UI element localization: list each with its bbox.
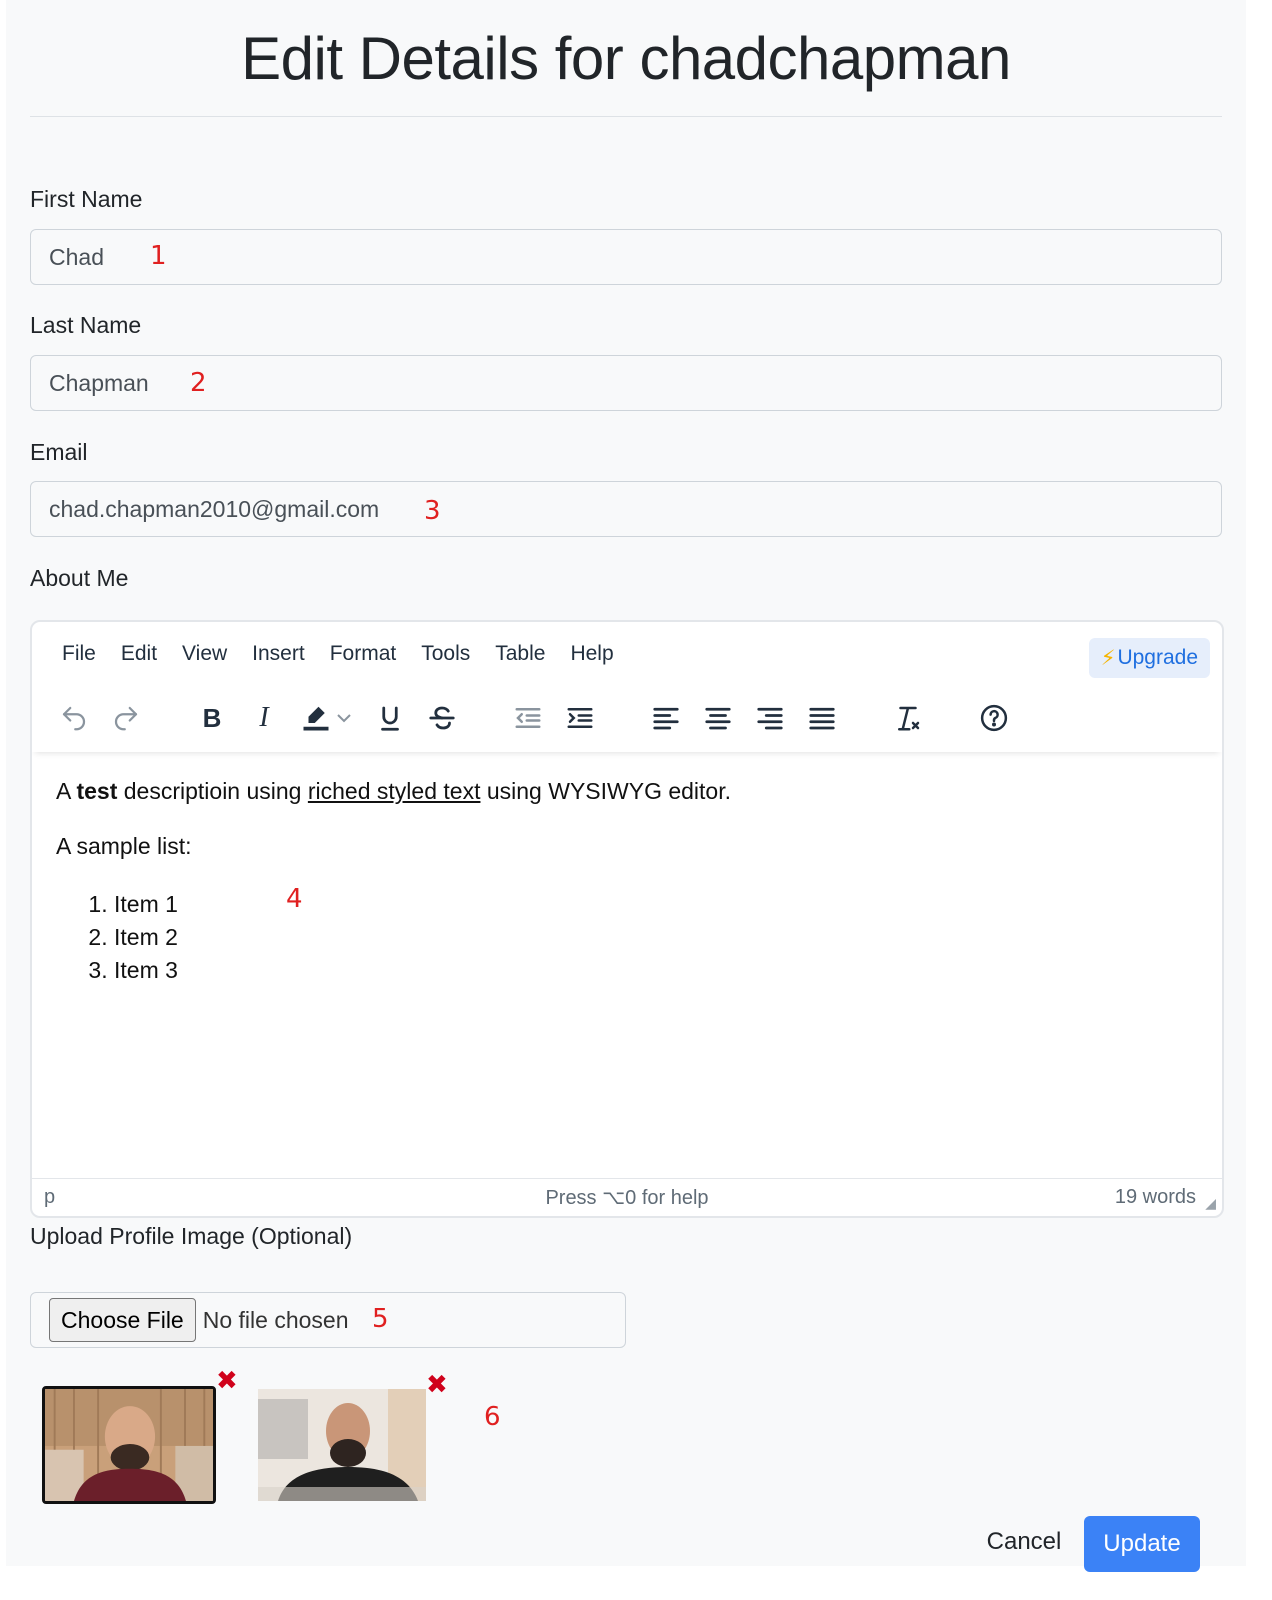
first-name-label: First Name: [30, 186, 143, 212]
menu-format[interactable]: Format: [330, 642, 397, 666]
bold-icon[interactable]: B: [192, 698, 232, 738]
profile-image-thumbnail-selected[interactable]: [42, 1386, 216, 1504]
update-button[interactable]: Update: [1084, 1516, 1200, 1572]
menu-table[interactable]: Table: [495, 642, 545, 666]
bold-text: test: [76, 778, 118, 804]
email-label: Email: [30, 439, 88, 465]
file-input[interactable]: Choose File No file chosen: [30, 1292, 626, 1348]
italic-icon[interactable]: I: [244, 698, 284, 738]
word-count[interactable]: 19 words: [1115, 1186, 1196, 1209]
content-list: Item 1 Item 2 Item 3: [56, 888, 1198, 987]
email-field[interactable]: chad.chapman2010@gmail.com: [30, 481, 1222, 537]
file-status: No file chosen: [202, 1306, 349, 1333]
editor-content[interactable]: A test descriptioin using riched styled …: [56, 778, 1198, 987]
resize-handle-icon[interactable]: ◢: [1205, 1195, 1216, 1212]
profile-image-thumbnail[interactable]: [258, 1389, 426, 1501]
divider: [30, 116, 1222, 117]
remove-image-icon[interactable]: ✖: [426, 1372, 448, 1398]
menu-tools[interactable]: Tools: [421, 642, 470, 666]
page-title: Edit Details for chadchapman: [241, 25, 1011, 92]
upgrade-label: Upgrade: [1117, 646, 1198, 669]
highlight-icon[interactable]: [296, 698, 336, 738]
annotation-6: 6: [484, 1402, 501, 1432]
align-center-icon[interactable]: [698, 698, 738, 738]
text-run: descriptioin using: [117, 778, 308, 804]
upload-label: Upload Profile Image (Optional): [30, 1223, 353, 1249]
editor-statusbar: p Press ⌥0 for help 19 words ◢: [32, 1178, 1222, 1216]
last-name-label: Last Name: [30, 312, 142, 338]
align-right-icon[interactable]: [750, 698, 790, 738]
remove-image-icon[interactable]: ✖: [216, 1368, 238, 1394]
annotation-3: 3: [424, 496, 441, 526]
editor-menubar: File Edit View Insert Format Tools Table…: [32, 622, 1222, 686]
page: Edit Details for chadchapman First Name …: [6, 0, 1246, 1572]
redo-icon[interactable]: [106, 698, 146, 738]
cancel-button[interactable]: Cancel: [974, 1514, 1074, 1570]
menu-help[interactable]: Help: [570, 642, 613, 666]
chevron-down-icon[interactable]: [332, 698, 356, 738]
editor-toolbar: B I: [32, 686, 1222, 752]
last-name-value: Chapman: [49, 369, 149, 396]
strikethrough-icon[interactable]: [422, 698, 462, 738]
list-item: Item 1: [114, 888, 1198, 921]
last-name-field[interactable]: Chapman: [30, 355, 1222, 411]
help-hint: Press ⌥0 for help: [545, 1187, 709, 1209]
annotation-2: 2: [190, 368, 207, 398]
email-value: chad.chapman2010@gmail.com: [49, 495, 380, 522]
first-name-value: Chad: [49, 243, 104, 270]
content-paragraph-1: A test descriptioin using riched styled …: [56, 778, 1198, 805]
menu-insert[interactable]: Insert: [252, 642, 305, 666]
annotation-5: 5: [372, 1304, 389, 1334]
underline-icon[interactable]: [370, 698, 410, 738]
underlined-text: riched styled text: [307, 778, 481, 804]
list-item: Item 3: [114, 954, 1198, 987]
first-name-field[interactable]: Chad: [30, 229, 1222, 285]
upgrade-button[interactable]: ⚡ Upgrade: [1088, 638, 1210, 678]
align-left-icon[interactable]: [646, 698, 686, 738]
menu-view[interactable]: View: [182, 642, 227, 666]
help-icon[interactable]: [974, 698, 1014, 738]
content-paragraph-2: A sample list:: [56, 833, 192, 859]
rich-text-editor: File Edit View Insert Format Tools Table…: [30, 620, 1224, 1218]
indent-icon[interactable]: [560, 698, 600, 738]
choose-file-button[interactable]: Choose File: [49, 1298, 196, 1342]
justify-icon[interactable]: [802, 698, 842, 738]
menu-file[interactable]: File: [62, 642, 96, 666]
text-run: using WYSIWYG editor.: [480, 778, 731, 804]
annotation-1: 1: [150, 241, 167, 271]
menu-edit[interactable]: Edit: [121, 642, 157, 666]
text-run: A: [56, 778, 77, 804]
clear-formatting-icon[interactable]: [888, 698, 928, 738]
annotation-4: 4: [286, 884, 303, 914]
about-me-label: About Me: [30, 565, 129, 591]
undo-icon[interactable]: [54, 698, 94, 738]
list-item: Item 2: [114, 921, 1198, 954]
lightning-icon: ⚡: [1100, 646, 1116, 670]
outdent-icon[interactable]: [508, 698, 548, 738]
